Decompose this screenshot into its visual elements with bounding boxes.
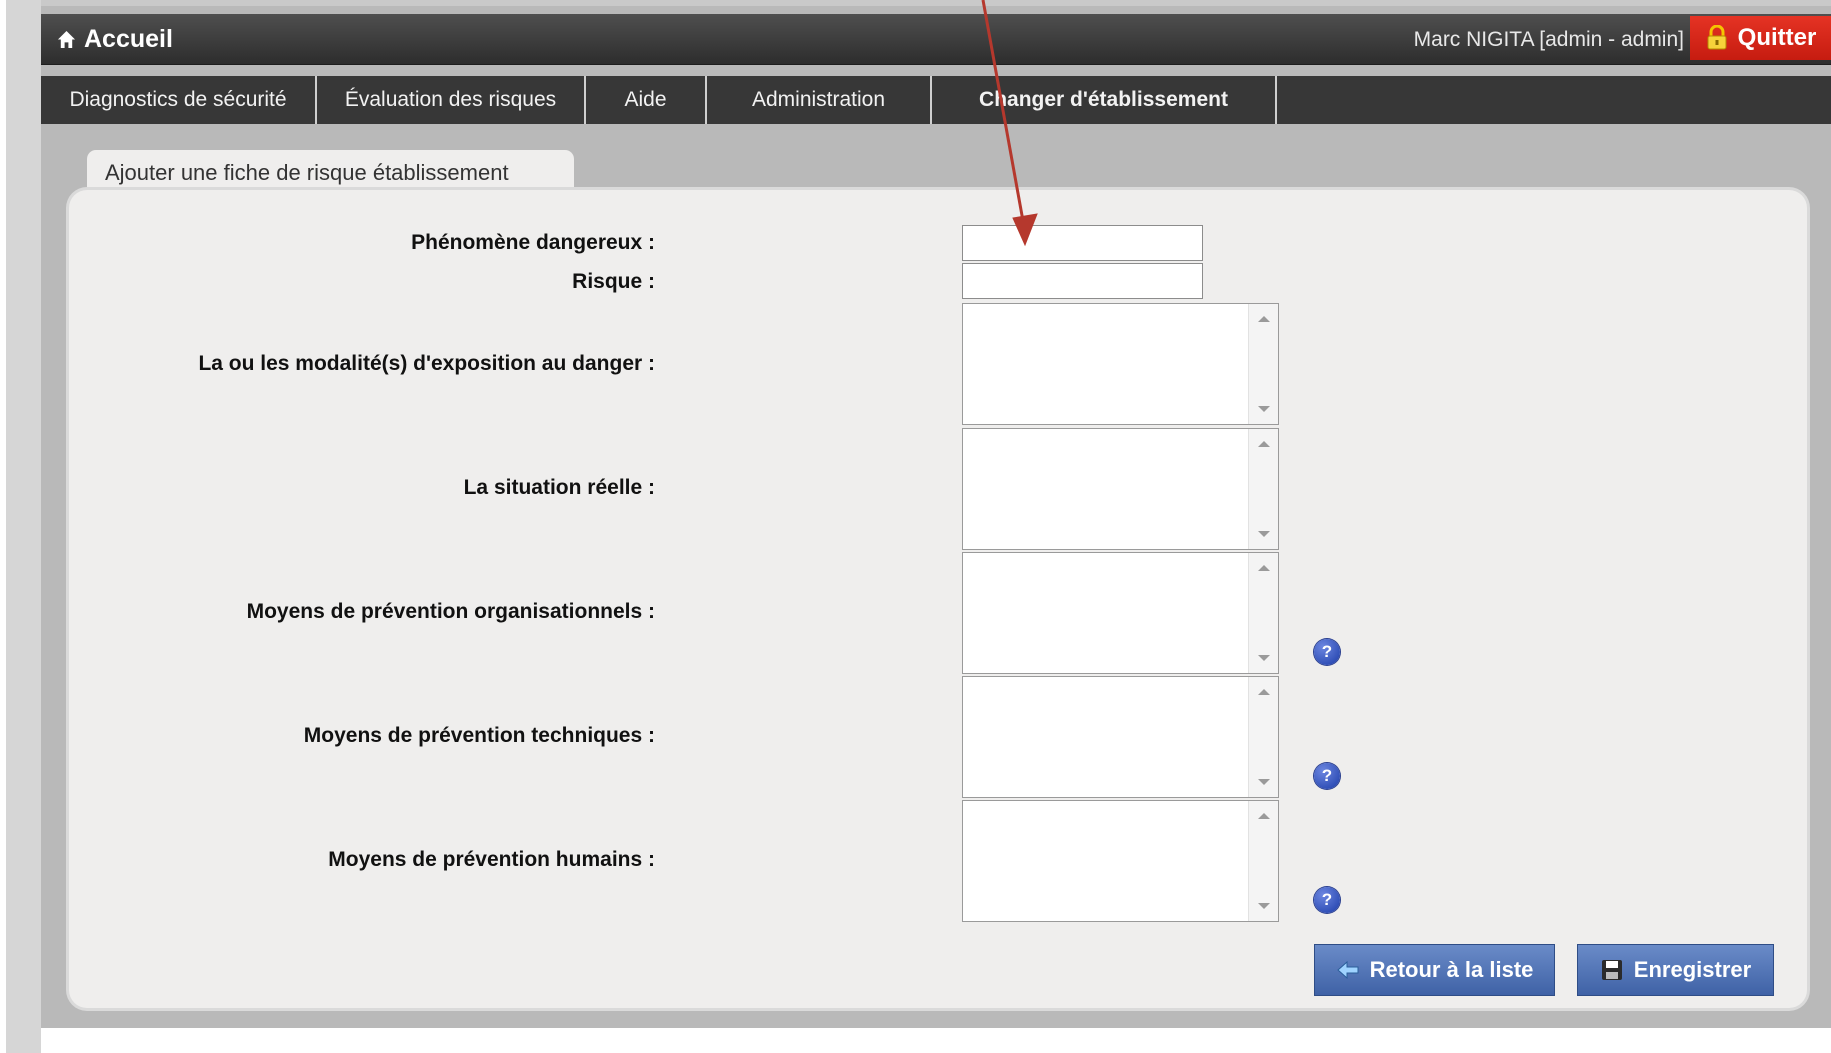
prev-hum-textarea[interactable] bbox=[962, 800, 1279, 922]
back-label: Retour à la liste bbox=[1369, 957, 1534, 982]
save-button[interactable]: Enregistrer bbox=[1577, 944, 1774, 996]
main-nav: Diagnostics de sécurité Évaluation des r… bbox=[41, 76, 1831, 124]
app-container: Accueil Marc NIGITA [admin - admin] Quit… bbox=[41, 0, 1831, 1053]
nav-diagnostics[interactable]: Diagnostics de sécurité bbox=[41, 76, 317, 124]
scroll-up-icon[interactable] bbox=[1258, 316, 1270, 322]
prev-tech-textarea[interactable] bbox=[962, 676, 1279, 798]
nav-label: Diagnostics de sécurité bbox=[69, 88, 287, 111]
scroll-down-icon[interactable] bbox=[1258, 655, 1270, 661]
window-bottom-frame bbox=[41, 1028, 1831, 1053]
tab-label: Ajouter une fiche de risque établissemen… bbox=[105, 160, 509, 185]
lock-icon bbox=[1707, 25, 1727, 50]
header-bar: Accueil Marc NIGITA [admin - admin] Quit… bbox=[41, 14, 1831, 65]
help-icon[interactable]: ? bbox=[1314, 639, 1340, 665]
nav-changer-etablissement[interactable]: Changer d'établissement bbox=[932, 76, 1277, 124]
textarea-scrollbar[interactable] bbox=[1248, 801, 1278, 921]
modalites-label: La ou les modalité(s) d'exposition au da… bbox=[198, 352, 655, 375]
prev-org-label: Moyens de prévention organisationnels : bbox=[246, 600, 655, 623]
home-icon bbox=[57, 30, 76, 48]
nav-label: Évaluation des risques bbox=[344, 88, 557, 111]
help-icon[interactable]: ? bbox=[1314, 887, 1340, 913]
phenomene-label: Phénomène dangereux : bbox=[411, 231, 655, 254]
scroll-down-icon[interactable] bbox=[1258, 406, 1270, 412]
nav-aide[interactable]: Aide bbox=[586, 76, 707, 124]
nav-evaluation-risques[interactable]: Évaluation des risques bbox=[317, 76, 586, 124]
user-info: Marc NIGITA [admin - admin] bbox=[1413, 28, 1684, 51]
arrow-left-icon bbox=[1336, 960, 1359, 980]
scroll-down-icon[interactable] bbox=[1258, 779, 1270, 785]
scroll-down-icon[interactable] bbox=[1258, 531, 1270, 537]
textarea-scrollbar[interactable] bbox=[1248, 304, 1278, 424]
window-left-frame bbox=[6, 0, 41, 1053]
home-link[interactable]: Accueil bbox=[57, 24, 173, 54]
prev-hum-label: Moyens de prévention humains : bbox=[328, 848, 655, 871]
scroll-down-icon[interactable] bbox=[1258, 903, 1270, 909]
textarea-scrollbar[interactable] bbox=[1248, 429, 1278, 549]
scroll-up-icon[interactable] bbox=[1258, 441, 1270, 447]
situation-textarea[interactable] bbox=[962, 428, 1279, 550]
nav-label: Changer d'établissement bbox=[979, 88, 1228, 111]
quit-button[interactable]: Quitter bbox=[1690, 16, 1831, 60]
form-panel: Phénomène dangereux : Risque : La ou les… bbox=[69, 190, 1807, 1008]
scroll-up-icon[interactable] bbox=[1258, 813, 1270, 819]
back-to-list-button[interactable]: Retour à la liste bbox=[1314, 944, 1555, 996]
top-border bbox=[41, 0, 1831, 6]
risque-input[interactable] bbox=[962, 263, 1203, 299]
scroll-up-icon[interactable] bbox=[1258, 565, 1270, 571]
home-label: Accueil bbox=[84, 24, 173, 53]
quit-label: Quitter bbox=[1737, 24, 1817, 51]
nav-administration[interactable]: Administration bbox=[707, 76, 932, 124]
scroll-up-icon[interactable] bbox=[1258, 689, 1270, 695]
nav-label: Aide bbox=[624, 88, 667, 111]
prev-org-textarea[interactable] bbox=[962, 552, 1279, 674]
nav-label: Administration bbox=[751, 88, 886, 111]
save-label: Enregistrer bbox=[1633, 957, 1752, 982]
floppy-disk-icon bbox=[1601, 960, 1622, 980]
prev-tech-label: Moyens de prévention techniques : bbox=[303, 724, 655, 747]
textarea-scrollbar[interactable] bbox=[1248, 553, 1278, 673]
risque-label: Risque : bbox=[572, 270, 655, 293]
textarea-scrollbar[interactable] bbox=[1248, 677, 1278, 797]
help-icon[interactable]: ? bbox=[1314, 763, 1340, 789]
modalites-textarea[interactable] bbox=[962, 303, 1279, 425]
phenomene-input[interactable] bbox=[962, 225, 1203, 261]
situation-label: La situation réelle : bbox=[463, 476, 655, 499]
